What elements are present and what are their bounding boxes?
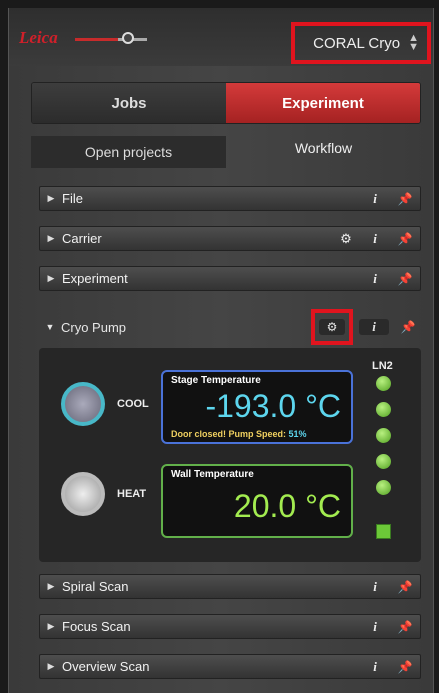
- ln2-level-led: [376, 480, 391, 495]
- pin-icon[interactable]: 📌: [390, 620, 420, 634]
- tab-workflow[interactable]: Workflow: [226, 136, 421, 168]
- info-icon[interactable]: i: [359, 319, 389, 335]
- ln2-level-led: [376, 454, 391, 469]
- expand-arrow-icon: ▶: [47, 621, 55, 631]
- brightness-slider[interactable]: [75, 38, 147, 41]
- section-cryo-pump[interactable]: ▼ Cryo Pump ⚙ i 📌: [39, 309, 419, 345]
- cool-button[interactable]: [61, 382, 105, 426]
- tab-open-projects[interactable]: Open projects: [31, 136, 226, 168]
- info-icon[interactable]: i: [360, 231, 390, 247]
- pin-icon[interactable]: 📌: [390, 272, 420, 286]
- expand-arrow-icon: ▶: [47, 581, 55, 591]
- slider-handle[interactable]: [122, 32, 134, 44]
- section-overview-scan[interactable]: ▶ Overview Scan i 📌: [39, 654, 421, 679]
- info-icon[interactable]: i: [360, 191, 390, 207]
- wall-temperature-title: Wall Temperature: [171, 469, 254, 480]
- gear-icon[interactable]: ⚙: [332, 231, 360, 247]
- tab-experiment[interactable]: Experiment: [226, 83, 420, 123]
- pin-icon[interactable]: 📌: [390, 232, 420, 246]
- pump-speed-value: 51%: [288, 429, 307, 439]
- pump-status: Door closed! Pump Speed: 51%: [171, 429, 307, 439]
- section-label: Experiment: [62, 271, 128, 286]
- select-arrows-icon: ▲ ▼: [408, 32, 419, 53]
- collapse-arrow-icon: ▼: [45, 322, 55, 332]
- instrument-select[interactable]: CORAL Cryo ▲ ▼: [291, 22, 431, 64]
- wall-temperature-value: 20.0 °C: [233, 488, 341, 524]
- wall-temperature-display: Wall Temperature 20.0 °C: [161, 464, 353, 538]
- heat-button[interactable]: [61, 472, 105, 516]
- cryo-pump-panel: COOL HEAT Stage Temperature -193.0 °C Do…: [39, 348, 421, 562]
- section-label: Cryo Pump: [61, 319, 127, 335]
- ln2-level-indicator: [376, 524, 391, 539]
- tab-jobs[interactable]: Jobs: [32, 83, 226, 123]
- section-label: Carrier: [62, 231, 102, 246]
- section-experiment[interactable]: ▶ Experiment i 📌: [39, 266, 421, 291]
- ln2-level-led: [376, 428, 391, 443]
- pump-status-text: Door closed! Pump Speed:: [171, 429, 287, 439]
- main-tabs: Jobs Experiment: [31, 82, 421, 124]
- pin-icon[interactable]: 📌: [397, 320, 419, 334]
- expand-arrow-icon: ▶: [47, 233, 55, 243]
- app-window: Leica CORAL Cryo ▲ ▼ Jobs Experiment Open…: [8, 8, 434, 693]
- pin-icon[interactable]: 📌: [390, 660, 420, 674]
- expand-arrow-icon: ▶: [47, 193, 55, 203]
- top-bar: Leica CORAL Cryo ▲ ▼: [9, 8, 433, 66]
- gear-icon: ⚙: [319, 319, 345, 335]
- section-carrier[interactable]: ▶ Carrier ⚙ i 📌: [39, 226, 421, 251]
- ln2-label: LN2: [372, 360, 393, 372]
- section-focus-scan[interactable]: ▶ Focus Scan i 📌: [39, 614, 421, 639]
- info-icon[interactable]: i: [360, 659, 390, 675]
- brand-logo: Leica: [19, 28, 58, 47]
- pin-icon[interactable]: 📌: [390, 580, 420, 594]
- sub-tabs: Open projects Workflow: [31, 136, 421, 168]
- heat-label: HEAT: [117, 488, 147, 500]
- cool-label: COOL: [117, 398, 149, 410]
- section-label: Focus Scan: [62, 619, 131, 634]
- section-label: File: [62, 191, 83, 206]
- section-file[interactable]: ▶ File i 📌: [39, 186, 421, 211]
- pin-icon[interactable]: 📌: [390, 192, 420, 206]
- info-icon[interactable]: i: [360, 271, 390, 287]
- ln2-level-led: [376, 402, 391, 417]
- stage-temperature-display: Stage Temperature -193.0 °C Door closed!…: [161, 370, 353, 444]
- section-spiral-scan[interactable]: ▶ Spiral Scan i 📌: [39, 574, 421, 599]
- section-label: Overview Scan: [62, 659, 150, 674]
- expand-arrow-icon: ▶: [47, 273, 55, 283]
- expand-arrow-icon: ▶: [47, 661, 55, 671]
- section-label: Spiral Scan: [62, 579, 129, 594]
- cryo-settings-button[interactable]: ⚙: [311, 309, 353, 345]
- ln2-level-led: [376, 376, 391, 391]
- instrument-select-value: CORAL Cryo: [313, 34, 401, 52]
- info-icon[interactable]: i: [360, 619, 390, 635]
- stage-temperature-value: -193.0 °C: [205, 388, 341, 424]
- info-icon[interactable]: i: [360, 579, 390, 595]
- stage-temperature-title: Stage Temperature: [171, 375, 261, 386]
